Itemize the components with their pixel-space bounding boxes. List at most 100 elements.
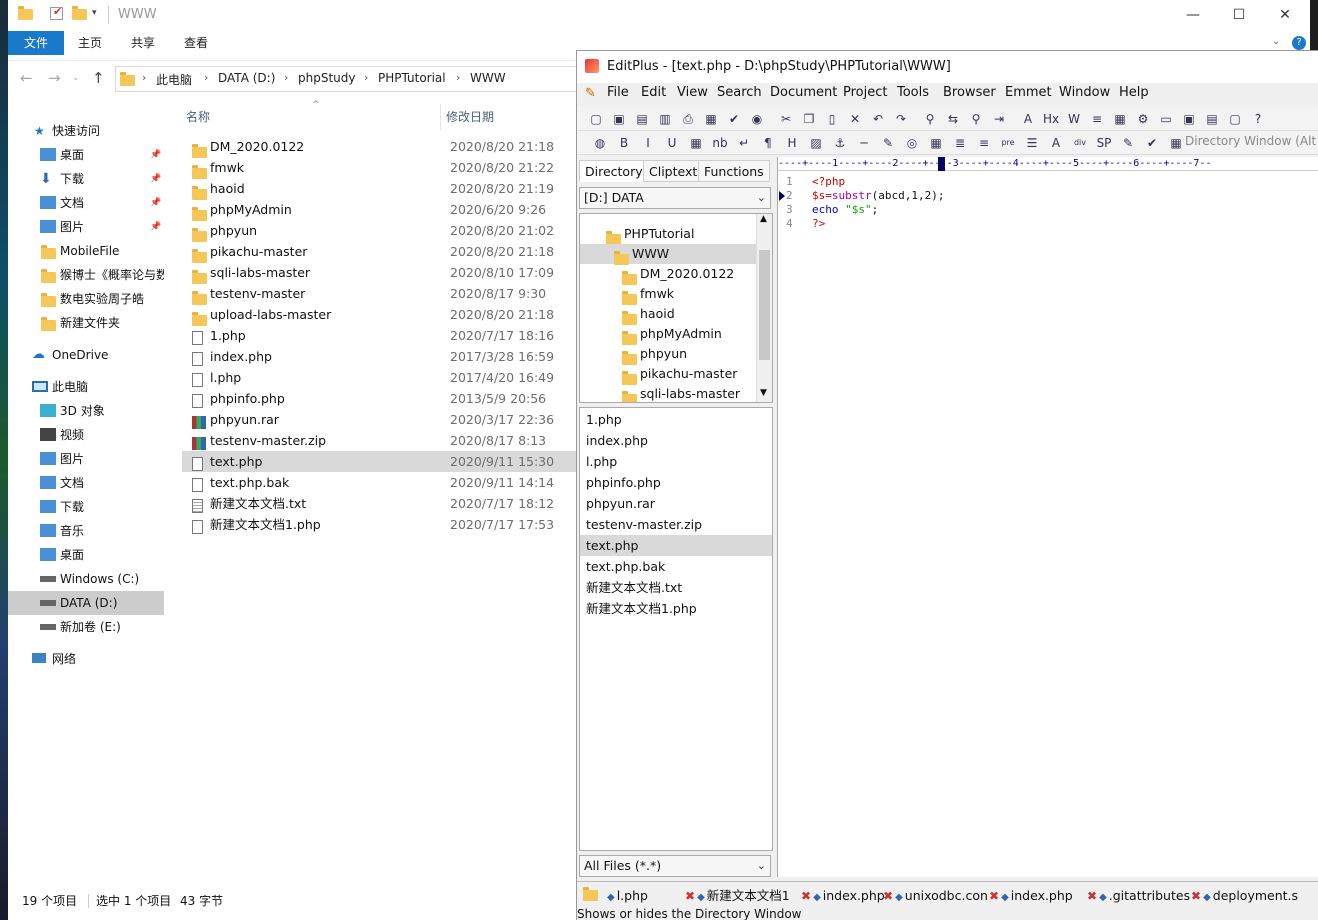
menu-item[interactable]: Tools (897, 85, 929, 100)
pin-icon[interactable]: 📌 (150, 143, 161, 167)
table-icon[interactable]: ▦ (927, 134, 945, 152)
find-in-files-icon[interactable]: ⚲ (967, 110, 985, 128)
save-icon[interactable]: ▤ (633, 110, 651, 128)
tree-scrollbar[interactable]: ▲ ▼ (756, 214, 772, 402)
pin-icon[interactable]: 📌 (150, 167, 161, 191)
hex-icon[interactable]: Hx (1042, 110, 1060, 128)
menu-item[interactable]: Emmet (1005, 85, 1052, 100)
delete-icon[interactable]: ✕ (846, 110, 864, 128)
window-icon[interactable]: ▭ (1157, 110, 1175, 128)
document-tab[interactable]: ◆ l.php (607, 886, 648, 906)
tab-cliptext[interactable]: Cliptext (643, 160, 704, 182)
tab-share[interactable]: 共享 (131, 31, 155, 55)
file-filter-select[interactable]: All Files (*.*) ⌄ (579, 855, 771, 877)
wordwrap-icon[interactable]: W (1065, 110, 1083, 128)
properties-icon[interactable]: ✔ (50, 5, 63, 20)
tree-item[interactable]: fmwk (580, 284, 756, 305)
file-row[interactable]: index.php 2017/3/28 16:59 (182, 346, 582, 367)
tree-item[interactable]: DM_2020.0122 (580, 264, 756, 285)
tab-view[interactable]: 查看 (184, 31, 208, 55)
breadcrumb-sep[interactable]: › (364, 71, 368, 84)
tree-item[interactable]: phpyun (580, 344, 756, 365)
undo-icon[interactable]: ↶ (869, 110, 887, 128)
dir-file-item[interactable]: 新建文本文档1.php (580, 598, 772, 619)
scroll-down-icon[interactable]: ▼ (760, 388, 767, 398)
file-row[interactable]: sqli-labs-master 2020/8/10 17:09 (182, 262, 582, 284)
open-icon[interactable]: ▣ (610, 110, 628, 128)
nav-pc-item[interactable]: 视频 (8, 423, 164, 447)
linenumbers-icon[interactable]: ≡ (1088, 110, 1106, 128)
document-tab[interactable]: ✖ ◆ index.php (801, 886, 885, 906)
tab-home[interactable]: 主页 (78, 31, 102, 55)
dir-file-item[interactable]: text.php (580, 535, 772, 556)
ribbon-expand-icon[interactable]: ⌄ (1272, 36, 1280, 47)
file-row[interactable]: testenv-master 2020/8/17 9:30 (182, 283, 582, 305)
menu-item[interactable]: Help (1119, 85, 1149, 100)
nav-folder-item[interactable]: MobileFile (8, 239, 164, 263)
center-icon[interactable]: ≡ (975, 134, 993, 152)
nav-pc-item[interactable]: 桌面 (8, 543, 164, 567)
menu-item[interactable]: Search (717, 85, 762, 100)
pre-icon[interactable]: pre (999, 134, 1017, 152)
recent-dropdown-icon[interactable]: ⌄ (72, 73, 80, 83)
quick-access-dropdown-icon[interactable]: ▾ (92, 8, 97, 18)
code-line[interactable]: 2 $s=substr(abcd,1,2); (778, 189, 1318, 203)
nbsp-icon[interactable]: nb (711, 134, 729, 152)
breadcrumb-phpstudy[interactable]: phpStudy (298, 71, 356, 85)
nav-pc-item[interactable]: 文档 (8, 471, 164, 495)
align-icon[interactable]: ≣ (951, 134, 969, 152)
save-all-icon[interactable]: ▥ (656, 110, 674, 128)
code-line[interactable]: 1 <?php (778, 175, 1318, 189)
redo-icon[interactable]: ↷ (892, 110, 910, 128)
breadcrumb-data-drive[interactable]: DATA (D:) (218, 71, 275, 85)
underline-icon[interactable]: U (663, 134, 681, 152)
code-line[interactable]: 3 echo "$s"; (778, 203, 1318, 217)
close-icon[interactable]: ✕ (1262, 4, 1308, 26)
file-row[interactable]: phpyun 2020/8/20 21:02 (182, 220, 582, 242)
dir-file-item[interactable]: 新建文本文档.txt (580, 577, 772, 598)
print-icon[interactable]: ⎙ (679, 110, 697, 128)
replace-icon[interactable]: ⇆ (944, 110, 962, 128)
italic-icon[interactable]: I (639, 134, 657, 152)
tree-item[interactable]: phpMyAdmin (580, 324, 756, 345)
dir-file-item[interactable]: l.php (580, 451, 772, 472)
output-icon[interactable]: ▤ (1203, 110, 1221, 128)
heading-icon[interactable]: H (783, 134, 801, 152)
nav-pinned-item[interactable]: ⬇ 下载 📌 (8, 167, 164, 191)
nav-pc-item[interactable]: 3D 对象 (8, 399, 164, 423)
file-row[interactable]: fmwk 2020/8/20 21:22 (182, 157, 582, 179)
nav-pinned-item[interactable]: 图片 📌 (8, 215, 164, 239)
linebreak-icon[interactable]: ↵ (735, 134, 753, 152)
nav-onedrive[interactable]: ☁ OneDrive (8, 343, 164, 367)
file-row[interactable]: phpyun.rar 2020/3/17 22:36 (182, 409, 582, 430)
nav-this-pc[interactable]: 此电脑 (8, 375, 164, 399)
edit-icon[interactable]: ✎ (1119, 134, 1137, 152)
nav-pc-item[interactable]: 音乐 (8, 519, 164, 543)
tab-close-icon[interactable]: ✖ (1191, 889, 1201, 903)
font-icon[interactable]: A (1019, 110, 1037, 128)
spellcheck-icon[interactable]: ✔ (725, 110, 743, 128)
document-tab[interactable]: ✖ ◆ .gitattributes (1087, 886, 1190, 906)
nav-folder-item[interactable]: 新建文件夹 (8, 311, 164, 335)
tab-close-icon[interactable]: ✖ (801, 889, 811, 903)
span-icon[interactable]: SP (1095, 134, 1113, 152)
file-row[interactable]: 新建文本文档.txt 2020/7/17 18:12 (182, 493, 582, 514)
scroll-thumb[interactable] (759, 250, 770, 360)
scroll-up-icon[interactable]: ▲ (760, 214, 767, 224)
breadcrumb-www[interactable]: WWW (470, 71, 506, 85)
bold-icon[interactable]: B (615, 134, 633, 152)
nav-folder-item[interactable]: 数电实验周子皓 (8, 287, 164, 311)
file-row[interactable]: testenv-master.zip 2020/8/17 8:13 (182, 430, 582, 451)
back-arrow-icon[interactable]: ← (20, 69, 33, 87)
nav-quick-access[interactable]: ★ 快速访问 (8, 119, 164, 143)
forward-arrow-icon[interactable]: → (48, 69, 61, 87)
file-row[interactable]: 新建文本文档1.php 2020/7/17 17:53 (182, 514, 582, 535)
tab-file[interactable]: 文件 (8, 31, 64, 55)
breadcrumb-sep[interactable]: › (204, 71, 208, 84)
tree-item[interactable]: sqli-labs-master (580, 384, 756, 402)
find-icon[interactable]: ⚲ (921, 110, 939, 128)
dir-file-item[interactable]: 1.php (580, 409, 772, 430)
document-tab[interactable]: ✖ ◆ deployment.s (1191, 886, 1298, 906)
nav-pc-item[interactable]: 图片 (8, 447, 164, 471)
image-icon[interactable]: ▨ (807, 134, 825, 152)
